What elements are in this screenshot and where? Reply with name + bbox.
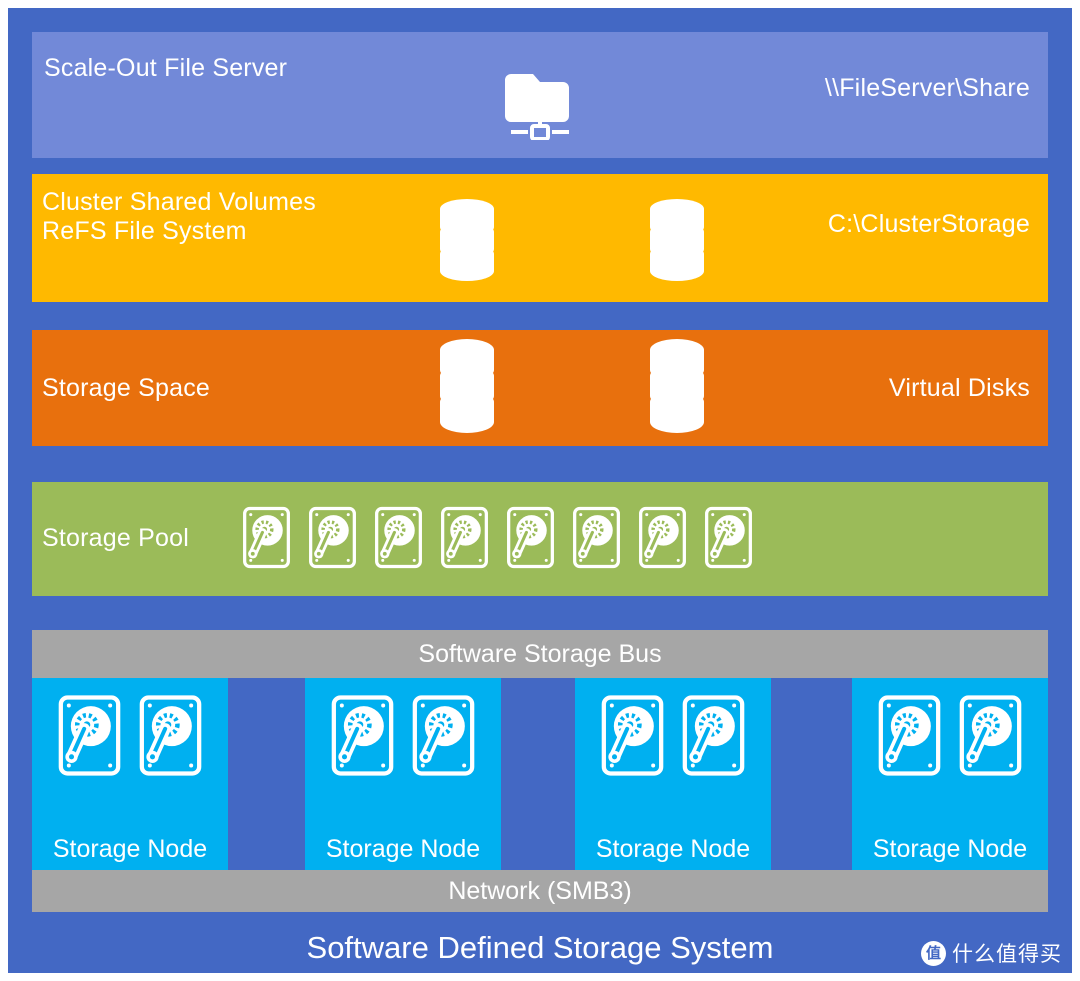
storage-node[interactable]: Storage Node (575, 678, 771, 870)
hard-disk-icon (331, 694, 395, 782)
hard-disk-icon (506, 506, 555, 574)
storage-node-label: Storage Node (872, 835, 1028, 863)
layer-network: Network (SMB3) (32, 870, 1048, 912)
diagram-title: Software Defined Storage System (306, 930, 774, 965)
hard-disk-icon (440, 506, 489, 574)
network-label: Network (SMB3) (448, 876, 632, 905)
diagram-canvas: Scale-Out File Server \\FileServer\Share… (0, 0, 1080, 981)
hard-disk-icon (638, 506, 687, 574)
software-storage-bus-label: Software Storage Bus (418, 639, 662, 668)
storage-node-label: Storage Node (52, 835, 208, 863)
storage-space-label: Storage Space (42, 374, 210, 402)
smzdm-logo-icon: 值 (921, 940, 946, 966)
hard-disk-icon (58, 694, 122, 782)
layer-storage-space: Storage Space Virtual Disks (32, 330, 1048, 446)
watermark: 值 什么值得买 (921, 938, 1062, 968)
hard-disk-icon (139, 694, 203, 782)
virtual-disks-label: Virtual Disks (888, 374, 1030, 402)
layer-storage-pool: Storage Pool (32, 482, 1048, 596)
hard-disk-icon (682, 694, 746, 782)
cluster-storage-path: C:\ClusterStorage (827, 210, 1030, 238)
layer-software-storage-bus: Software Storage Bus (32, 630, 1048, 678)
storage-node[interactable]: Storage Node (852, 678, 1048, 870)
layer-scale-out-file-server: Scale-Out File Server \\FileServer\Share (32, 32, 1048, 158)
storage-node[interactable]: Storage Node (305, 678, 501, 870)
storage-nodes-row: Storage Node Storage Node Storage Node Stor… (32, 678, 1048, 870)
storage-node-label: Storage Node (325, 835, 481, 863)
storage-node-disk-group (331, 694, 476, 782)
disk-stack-icon (436, 336, 498, 445)
cluster-shared-volumes-label: Cluster Shared Volumes ReFS File System (42, 188, 316, 245)
storage-node-disk-group (878, 694, 1023, 782)
hard-disk-icon (704, 506, 753, 574)
layer-cluster-shared-volumes: Cluster Shared Volumes ReFS File System (32, 174, 1048, 302)
hard-disk-icon (878, 694, 942, 782)
disk-stack-icon (646, 336, 708, 445)
watermark-text: 什么值得买 (952, 943, 1062, 966)
hard-disk-icon (242, 506, 291, 574)
storage-pool-label: Storage Pool (42, 524, 189, 552)
storage-node-label: Storage Node (595, 835, 751, 863)
hard-disk-icon (959, 694, 1023, 782)
storage-node-disk-group (601, 694, 746, 782)
storage-node-disk-group (58, 694, 203, 782)
shared-folder-icon (505, 60, 575, 145)
disk-stack-icon (646, 196, 708, 289)
hard-disk-icon (601, 694, 665, 782)
scale-out-file-server-label: Scale-Out File Server (44, 54, 288, 82)
hard-disk-icon (308, 506, 357, 574)
storage-node[interactable]: Storage Node (32, 678, 228, 870)
hard-disk-icon (374, 506, 423, 574)
storage-pool-disk-group (242, 506, 753, 574)
file-server-share-path: \\FileServer\Share (824, 74, 1030, 102)
hard-disk-icon (572, 506, 621, 574)
disk-stack-icon (436, 196, 498, 289)
hard-disk-icon (412, 694, 476, 782)
